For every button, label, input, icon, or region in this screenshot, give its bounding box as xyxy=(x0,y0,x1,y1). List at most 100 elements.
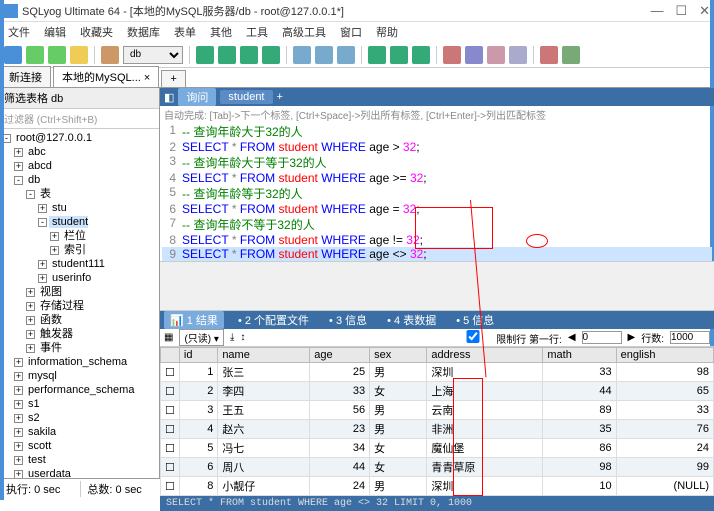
readonly-selector[interactable]: (只读) ▾ xyxy=(179,329,223,346)
tab-add-query[interactable]: + xyxy=(277,91,283,103)
tab-add[interactable]: + xyxy=(161,70,185,87)
export-icon[interactable]: ⤓ xyxy=(230,332,234,343)
main-toolbar: db xyxy=(0,42,714,68)
next-row-nav[interactable]: ▶ xyxy=(628,332,636,343)
tree-node[interactable]: + 存储过程 xyxy=(2,299,157,313)
tree-node[interactable]: + 栏位 xyxy=(2,229,157,243)
tree-node[interactable]: - student xyxy=(2,215,157,229)
menu-数据库[interactable]: 数据库 xyxy=(127,24,160,40)
first-row-nav[interactable]: ◀ xyxy=(568,332,576,343)
tree-node[interactable]: + test xyxy=(2,453,157,467)
close-button[interactable]: ✕ xyxy=(699,3,710,19)
tree-node[interactable]: - 表 xyxy=(2,187,157,201)
refresh-icon[interactable] xyxy=(70,46,88,64)
tree-node[interactable]: + 视图 xyxy=(2,285,157,299)
table-row[interactable]: ☐3王五56男云南8933 xyxy=(161,401,714,420)
db-icon-2[interactable] xyxy=(218,46,236,64)
tree-node[interactable]: + s1 xyxy=(2,397,157,411)
first-row-input[interactable] xyxy=(582,331,622,344)
history-icon[interactable]: ◧ xyxy=(164,91,174,104)
menu-收藏夹[interactable]: 收藏夹 xyxy=(80,24,113,40)
db-icon-3[interactable] xyxy=(240,46,258,64)
menu-文件[interactable]: 文件 xyxy=(8,24,30,40)
db-icon-4[interactable] xyxy=(262,46,280,64)
table-row[interactable]: ☐4赵六23男非洲3576 xyxy=(161,420,714,439)
tree-node[interactable]: + userinfo xyxy=(2,271,157,285)
db-icon-1[interactable] xyxy=(196,46,214,64)
filter-input[interactable]: 过滤器 (Ctrl+Shift+B) xyxy=(0,109,159,129)
result-tab-1[interactable]: • 2 个配置文件 xyxy=(232,311,315,329)
menu-帮助[interactable]: 帮助 xyxy=(376,24,398,40)
table-row[interactable]: ☐1张三25男深圳3398 xyxy=(161,363,714,382)
menu-编辑[interactable]: 编辑 xyxy=(44,24,66,40)
user-icon[interactable] xyxy=(443,46,461,64)
execute-icon[interactable] xyxy=(26,46,44,64)
status-total: 总数: 0 sec xyxy=(80,481,147,497)
limit-checkbox[interactable]: 限制行 第一行: xyxy=(453,330,561,346)
result-tab-2[interactable]: • 3 信息 xyxy=(323,311,373,329)
tree-node[interactable]: - db xyxy=(2,173,157,187)
tree-node[interactable]: + 事件 xyxy=(2,341,157,355)
table-row[interactable]: ☐8小靓仔24男深圳10(NULL) xyxy=(161,477,714,496)
table-row[interactable]: ☐2李四33女上海4465 xyxy=(161,382,714,401)
status-exec: 执行: 0 sec xyxy=(6,481,60,497)
sync-icon-2[interactable] xyxy=(390,46,408,64)
tab-local-mysql[interactable]: 本地的MySQL... × xyxy=(53,66,159,87)
tab-new-connection[interactable]: 新连接 xyxy=(0,66,51,87)
new-connection-icon[interactable] xyxy=(4,46,22,64)
misc-icon-2[interactable] xyxy=(562,46,580,64)
result-tabs: 📊 1 结果 • 2 个配置文件 • 3 信息 • 4 表数据 • 5 信息 xyxy=(160,311,714,329)
tree-node[interactable]: - root@127.0.0.1 xyxy=(2,131,157,145)
tree-node[interactable]: + student111 xyxy=(2,257,157,271)
grid-view-icon[interactable]: ▦ xyxy=(164,332,173,343)
table-icon-1[interactable] xyxy=(293,46,311,64)
tree-node[interactable]: + 函数 xyxy=(2,313,157,327)
tree-node[interactable]: + abc xyxy=(2,145,157,159)
result-tab-0[interactable]: 📊 1 结果 xyxy=(164,311,224,329)
minimize-button[interactable]: — xyxy=(650,3,663,19)
menu-窗口[interactable]: 窗口 xyxy=(340,24,362,40)
executed-sql-bar: SELECT * FROM student WHERE age <> 32 LI… xyxy=(160,496,714,511)
table-icon-3[interactable] xyxy=(337,46,355,64)
tree-node[interactable]: + 索引 xyxy=(2,243,157,257)
tab-query[interactable]: 询问 xyxy=(178,88,216,106)
tab-close-icon[interactable]: × xyxy=(144,72,150,84)
execute-all-icon[interactable] xyxy=(48,46,66,64)
object-tree[interactable]: - root@127.0.0.1+ abc+ abcd- db- 表+ stu-… xyxy=(0,129,159,478)
tree-node[interactable]: + mysql xyxy=(2,369,157,383)
tree-node[interactable]: + scott xyxy=(2,439,157,453)
export-icon[interactable] xyxy=(509,46,527,64)
sync-icon-3[interactable] xyxy=(412,46,430,64)
misc-icon-1[interactable] xyxy=(540,46,558,64)
table-icon-2[interactable] xyxy=(315,46,333,64)
sync-icon-1[interactable] xyxy=(368,46,386,64)
result-tab-3[interactable]: • 4 表数据 xyxy=(381,311,442,329)
tab-student[interactable]: student xyxy=(220,90,272,104)
table-row[interactable]: ☐6周八44女青青草原9899 xyxy=(161,458,714,477)
menu-表单[interactable]: 表单 xyxy=(174,24,196,40)
tree-node[interactable]: + performance_schema xyxy=(2,383,157,397)
tree-node[interactable]: + abcd xyxy=(2,159,157,173)
tool-icon[interactable] xyxy=(101,46,119,64)
table-row[interactable]: ☐5冯七34女魔仙堡8624 xyxy=(161,439,714,458)
tree-node[interactable]: + sakila xyxy=(2,425,157,439)
tree-node[interactable]: + stu xyxy=(2,201,157,215)
menu-高级工具[interactable]: 高级工具 xyxy=(282,24,326,40)
menu-其他[interactable]: 其他 xyxy=(210,24,232,40)
menu-bar: 文件编辑收藏夹数据库表单其他工具高级工具窗口帮助 xyxy=(0,22,714,42)
menu-工具[interactable]: 工具 xyxy=(246,24,268,40)
tree-node[interactable]: + 触发器 xyxy=(2,327,157,341)
tree-node[interactable]: + userdata xyxy=(2,467,157,478)
database-selector[interactable]: db xyxy=(123,46,183,64)
result-tab-4[interactable]: • 5 信息 xyxy=(450,311,500,329)
maximize-button[interactable]: ☐ xyxy=(675,3,687,19)
result-grid[interactable]: idnameagesexaddressmathenglish☐1张三25男深圳3… xyxy=(160,347,714,496)
row-count-input[interactable] xyxy=(670,331,710,344)
tree-node[interactable]: + s2 xyxy=(2,411,157,425)
sql-editor[interactable]: 1-- 查询年龄大于32的人2SELECT * FROM student WHE… xyxy=(160,123,714,261)
import-icon[interactable] xyxy=(487,46,505,64)
sort-icon[interactable]: ↕ xyxy=(240,332,245,343)
sidebar: 筛选表格 db 过滤器 (Ctrl+Shift+B) - root@127.0.… xyxy=(0,88,160,478)
schedule-icon[interactable] xyxy=(465,46,483,64)
tree-node[interactable]: + information_schema xyxy=(2,355,157,369)
